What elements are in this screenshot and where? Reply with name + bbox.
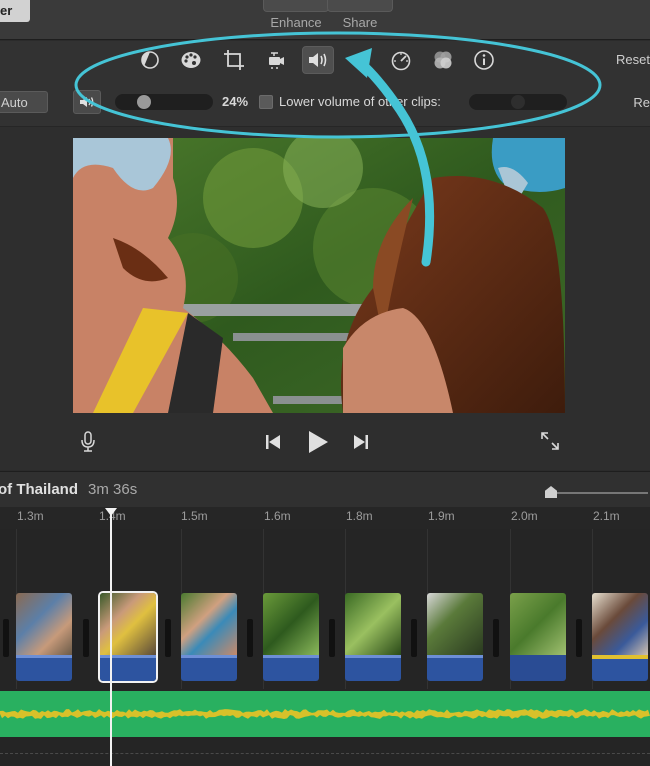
share-button[interactable]: Share [327,0,393,36]
clip-filter-icon[interactable] [429,46,457,74]
timeline-tracks[interactable] [0,529,650,766]
transition-marker[interactable] [576,619,582,657]
clip-thumbnail [345,593,401,655]
ruler-tick: 1.8m [346,509,373,523]
crop-icon[interactable] [220,46,248,74]
music-waveform [0,709,650,719]
video-clip[interactable] [345,593,401,681]
clip-audio [100,655,156,681]
viewer [0,127,650,470]
auto-volume-button[interactable]: Auto [0,91,48,113]
volume-percent: 24% [222,94,249,109]
microphone-icon[interactable] [78,430,98,454]
clip-audio [427,655,483,681]
clip-audio [345,655,401,681]
toolbar-left-button-label: er [0,3,13,18]
timeline-header: of Thailand 3m 36s [0,471,650,507]
video-frame-image [73,138,565,413]
audio-waveform [263,655,319,658]
video-clip[interactable] [510,593,566,681]
volume-slider-knob[interactable] [137,95,151,109]
fullscreen-icon[interactable] [538,429,562,453]
lower-volume-checkbox[interactable] [259,95,273,109]
lower-volume-label: Lower volume of other clips: [279,94,441,109]
color-correction-icon[interactable] [177,46,205,74]
clip-audio [16,655,72,681]
project-duration: 3m 36s [88,481,138,498]
timeline-ruler: 1.3m 1.4m 1.5m 1.6m 1.8m 1.9m 2.0m 2.1m [0,507,650,529]
ruler-tick: 2.1m [593,509,620,523]
ruler-tick: 1.6m [264,509,291,523]
transition-marker[interactable] [83,619,89,657]
playhead[interactable] [110,510,112,766]
background-music-track[interactable] [0,691,650,737]
reset-all-button[interactable]: Reset [616,52,650,67]
enhance-icon [263,0,329,12]
zoom-slider-knob[interactable] [545,486,557,498]
lower-volume-knob[interactable] [511,95,525,109]
adjustments-bar: Reset [0,41,650,77]
noise-reduction-icon[interactable] [345,46,373,74]
video-clip[interactable] [592,593,648,681]
audio-waveform [100,655,156,658]
ruler-tick: 2.0m [511,509,538,523]
clip-thumbnail [100,593,156,655]
clip-audio [510,655,566,681]
transition-marker[interactable] [411,619,417,657]
share-label: Share [342,15,378,30]
mute-button[interactable] [73,90,101,114]
ruler-tick: 1.9m [428,509,455,523]
stabilization-icon[interactable] [262,46,290,74]
clip-thumbnail [181,593,237,655]
clip-audio [181,655,237,681]
auto-volume-label: Auto [1,95,28,110]
skip-forward-icon[interactable] [350,432,372,452]
speaker-icon [80,97,94,107]
audio-waveform [16,655,72,658]
clip-audio [263,655,319,681]
top-toolbar: er Enhance Share [0,0,650,40]
video-clip[interactable] [181,593,237,681]
clip-thumbnail [427,593,483,655]
volume-icon[interactable] [302,46,334,74]
info-icon[interactable] [470,46,498,74]
skip-back-icon[interactable] [262,432,284,452]
transition-marker[interactable] [3,619,9,657]
video-clip[interactable] [427,593,483,681]
play-icon[interactable] [304,429,332,455]
audio-waveform [592,655,648,659]
zoom-slider[interactable] [548,492,648,494]
clip-thumbnail [263,593,319,655]
toolbar-left-button[interactable]: er [0,0,30,22]
clip-thumbnail [16,593,72,655]
clip-thumbnail [510,593,566,655]
audio-waveform [345,655,401,658]
ruler-tick: 1.3m [17,509,44,523]
audio-waveform [181,655,237,658]
enhance-button[interactable]: Enhance [263,0,329,36]
audio-waveform [427,655,483,658]
transition-marker[interactable] [493,619,499,657]
transition-marker[interactable] [165,619,171,657]
video-clip[interactable] [263,593,319,681]
volume-reset-button[interactable]: Re [633,95,650,110]
transition-marker[interactable] [247,619,253,657]
share-icon [327,0,393,12]
volume-controls: Auto 24% Lower volume of other clips: Re [0,77,650,127]
clip-thumbnail [592,593,648,655]
color-balance-icon[interactable] [136,46,164,74]
video-clip[interactable] [16,593,72,681]
volume-slider[interactable] [115,94,213,110]
lower-volume-slider[interactable] [469,94,567,110]
speed-icon[interactable] [387,46,415,74]
enhance-label: Enhance [270,15,322,30]
video-clip-selected[interactable] [98,591,158,683]
video-preview[interactable] [73,138,565,413]
clip-audio [592,655,648,681]
project-name: of Thailand [0,481,78,498]
track-divider [0,753,650,754]
transition-marker[interactable] [329,619,335,657]
ruler-tick: 1.5m [181,509,208,523]
